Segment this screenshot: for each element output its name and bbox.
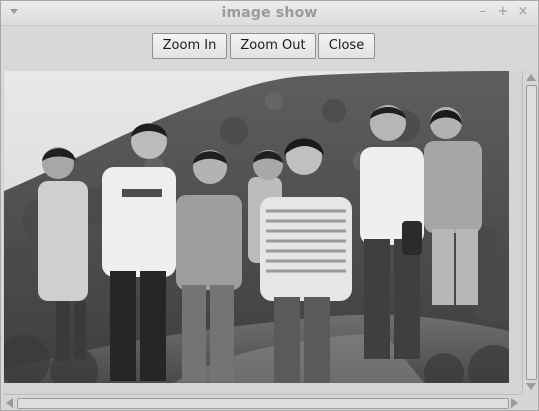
image-viewport[interactable] <box>3 71 522 394</box>
vertical-scroll-thumb[interactable] <box>526 85 537 380</box>
toolbar: Zoom In Zoom Out Close <box>1 26 538 66</box>
image-show-window: image show – + × Zoom In Zoom Out Close <box>0 0 539 411</box>
scrollbar-corner <box>522 394 538 410</box>
horizontal-scrollbar[interactable] <box>3 394 522 410</box>
zoom-out-button[interactable]: Zoom Out <box>230 33 316 59</box>
scroll-left-icon[interactable] <box>6 398 13 408</box>
vertical-scrollbar[interactable] <box>522 71 538 394</box>
close-button[interactable]: Close <box>318 33 375 59</box>
horizontal-scroll-thumb[interactable] <box>17 398 509 409</box>
scroll-right-icon[interactable] <box>511 398 518 408</box>
close-window-icon[interactable]: × <box>515 4 531 20</box>
scroll-down-icon[interactable] <box>526 383 536 390</box>
minimize-icon[interactable]: – <box>475 4 491 20</box>
window-title: image show <box>221 5 318 21</box>
title-bar[interactable]: image show – + × <box>1 1 538 26</box>
scroll-up-icon[interactable] <box>526 74 536 81</box>
maximize-icon[interactable]: + <box>495 4 511 20</box>
group-photo <box>4 71 509 383</box>
zoom-in-button[interactable]: Zoom In <box>152 33 227 59</box>
photo-illustration <box>4 71 509 383</box>
